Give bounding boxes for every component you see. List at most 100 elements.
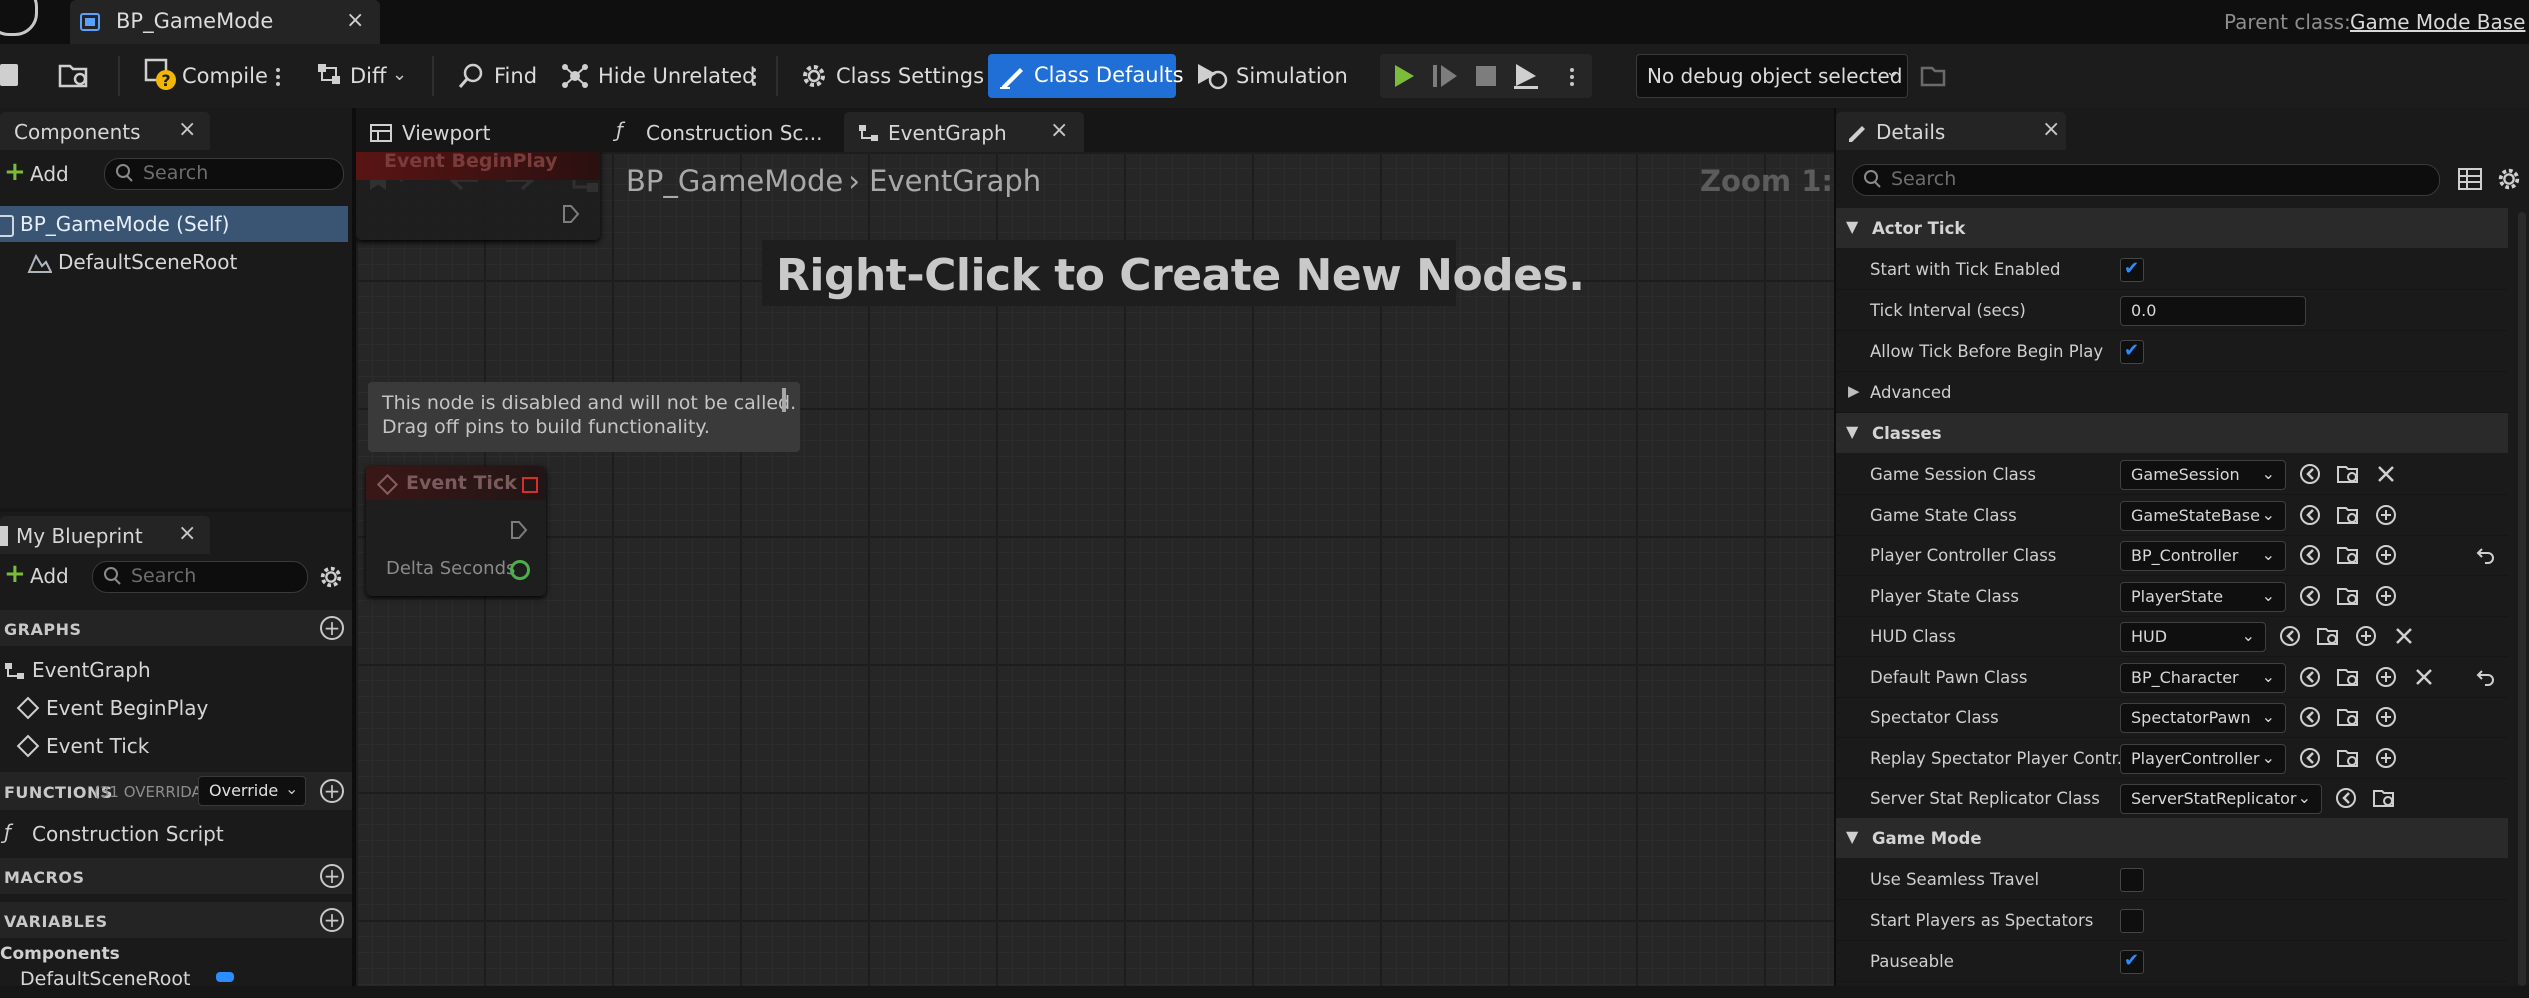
components-tab[interactable]: Components × <box>0 112 210 150</box>
float-pin-icon[interactable] <box>510 560 530 580</box>
use-seamless-travel-checkbox[interactable] <box>2120 868 2144 892</box>
advanced-expander[interactable]: ▶ Advanced <box>1836 372 2508 413</box>
use-selected-icon[interactable] <box>2298 503 2322 527</box>
advance-frame-icon[interactable] <box>1432 64 1458 88</box>
component-row-default-scene-root[interactable]: DefaultSceneRoot <box>0 244 348 280</box>
find-button[interactable]: Find <box>458 56 558 96</box>
create-new-icon[interactable] <box>2374 503 2398 527</box>
gear-icon[interactable] <box>318 564 344 590</box>
tab-eventgraph[interactable]: EventGraph × <box>844 112 1084 152</box>
graph-item-event-beginplay[interactable]: Event BeginPlay <box>0 690 352 726</box>
create-new-icon[interactable] <box>2374 746 2398 770</box>
class-defaults-button[interactable]: Class Defaults <box>988 54 1184 98</box>
breadcrumb-root[interactable]: BP_GameMode <box>626 164 843 198</box>
use-selected-icon[interactable] <box>2334 786 2358 810</box>
graphs-section-header[interactable]: GRAPHS + <box>0 610 352 646</box>
browse-folder-icon[interactable] <box>2336 746 2360 770</box>
class-picker-dropdown[interactable]: SpectatorPawn ⌄ <box>2120 703 2286 733</box>
details-scrollbar[interactable] <box>2518 212 2526 986</box>
document-tab[interactable]: BP_GameMode × <box>70 0 380 44</box>
parent-class-link[interactable]: Game Mode Base <box>2350 10 2525 34</box>
variables-section-header[interactable]: VARIABLES + <box>0 902 352 938</box>
use-selected-icon[interactable] <box>2298 665 2322 689</box>
use-selected-icon[interactable] <box>2298 746 2322 770</box>
create-new-icon[interactable] <box>2374 584 2398 608</box>
browse-folder-icon[interactable] <box>2316 624 2340 648</box>
category-actor-tick[interactable]: ▼ Actor Tick <box>1836 208 2508 248</box>
compile-button[interactable]: ? Compile <box>144 56 284 96</box>
hide-unrelated-options-icon[interactable] <box>752 65 756 89</box>
browse-folder-icon[interactable] <box>2336 705 2360 729</box>
create-new-icon[interactable] <box>2374 665 2398 689</box>
components-search-input[interactable]: Search <box>104 158 344 190</box>
create-new-icon[interactable] <box>2374 543 2398 567</box>
compile-options-icon[interactable] <box>276 65 280 89</box>
use-selected-icon[interactable] <box>2298 543 2322 567</box>
play-options-icon[interactable] <box>1570 65 1574 89</box>
components-add-button[interactable]: + Add <box>0 156 78 192</box>
class-picker-dropdown[interactable]: GameSession ⌄ <box>2120 460 2286 490</box>
class-picker-dropdown[interactable]: PlayerController ⌄ <box>2120 743 2286 774</box>
exec-pin-icon[interactable] <box>510 520 528 540</box>
class-picker-dropdown[interactable]: PlayerState ⌄ <box>2120 581 2286 612</box>
browse-folder-icon[interactable] <box>2336 665 2360 689</box>
close-icon[interactable]: × <box>178 521 196 546</box>
browse-folder-icon[interactable] <box>2336 503 2360 527</box>
add-circle-icon[interactable]: + <box>320 908 344 932</box>
pauseable-checkbox[interactable]: ✔ <box>2120 950 2144 974</box>
eject-icon[interactable] <box>1512 62 1540 90</box>
variables-category-label[interactable]: Components <box>0 944 120 964</box>
browse-folder-icon[interactable] <box>2336 543 2360 567</box>
my-blueprint-tab[interactable]: My Blueprint × <box>0 516 210 554</box>
browse-folder-icon[interactable] <box>2336 462 2360 486</box>
class-settings-button[interactable]: Class Settings <box>800 56 984 96</box>
close-icon[interactable]: × <box>1050 118 1068 143</box>
tab-construction-script[interactable]: ƒ Construction Sc... <box>596 112 836 152</box>
close-icon[interactable]: × <box>2042 117 2060 142</box>
my-blueprint-add-button[interactable]: + Add <box>0 558 78 594</box>
start-players-spectators-checkbox[interactable] <box>2120 909 2144 933</box>
allow-tick-checkbox[interactable]: ✔ <box>2120 340 2144 364</box>
use-selected-icon[interactable] <box>2298 584 2322 608</box>
clear-icon[interactable] <box>2374 462 2398 486</box>
browse-folder-icon[interactable] <box>2372 786 2396 810</box>
use-selected-icon[interactable] <box>2298 462 2322 486</box>
close-icon[interactable]: × <box>178 117 196 142</box>
my-blueprint-search-input[interactable]: Search <box>92 561 308 593</box>
category-classes[interactable]: ▼ Classes <box>1836 413 2508 453</box>
clear-icon[interactable] <box>2392 624 2416 648</box>
class-picker-dropdown[interactable]: HUD ⌄ <box>2120 622 2266 652</box>
create-new-icon[interactable] <box>2374 705 2398 729</box>
simulation-button[interactable]: Simulation <box>1196 56 1348 96</box>
class-picker-dropdown[interactable]: BP_Character ⌄ <box>2120 662 2286 693</box>
debug-filter-icon[interactable] <box>1920 64 1946 88</box>
event-tick-node[interactable]: Event Tick Delta Seconds <box>366 466 546 596</box>
diff-button[interactable]: Diff ⌄ <box>316 56 416 96</box>
create-new-icon[interactable] <box>2354 624 2378 648</box>
class-picker-dropdown[interactable]: ServerStatReplicator ⌄ <box>2120 784 2322 814</box>
functions-section-header[interactable]: FUNCTIONS (31 OVERRIDA Override ⌄ + <box>0 772 352 810</box>
graph-canvas[interactable]: ⌄ BP_GameMode › EventGraph Zoom 1:1 Even… <box>356 152 1834 986</box>
save-icon[interactable] <box>0 64 18 86</box>
reset-to-default-icon[interactable] <box>2476 545 2496 565</box>
tick-interval-input[interactable]: 0.0 <box>2120 296 2306 326</box>
tab-viewport[interactable]: Viewport <box>356 112 586 152</box>
macros-section-header[interactable]: MACROS + <box>0 858 352 894</box>
close-icon[interactable]: × <box>346 8 364 33</box>
add-circle-icon[interactable]: + <box>320 779 344 803</box>
delegate-pin-icon[interactable] <box>522 477 538 493</box>
gear-icon[interactable] <box>2496 166 2522 192</box>
details-search-input[interactable]: Search <box>1852 164 2440 196</box>
browse-icon[interactable] <box>58 60 90 90</box>
start-with-tick-checkbox[interactable]: ✔ <box>2120 258 2144 282</box>
use-selected-icon[interactable] <box>2298 705 2322 729</box>
event-beginplay-node[interactable]: Event BeginPlay <box>356 152 600 240</box>
graph-item-event-tick[interactable]: Event Tick <box>0 728 352 764</box>
add-circle-icon[interactable]: + <box>320 616 344 640</box>
reset-to-default-icon[interactable] <box>2476 667 2496 687</box>
details-tab[interactable]: Details × <box>1836 112 2066 150</box>
category-game-mode[interactable]: ▼ Game Mode <box>1836 818 2508 858</box>
add-circle-icon[interactable]: + <box>320 864 344 888</box>
play-icon[interactable] <box>1392 64 1416 88</box>
pin-icon[interactable] <box>782 388 796 412</box>
